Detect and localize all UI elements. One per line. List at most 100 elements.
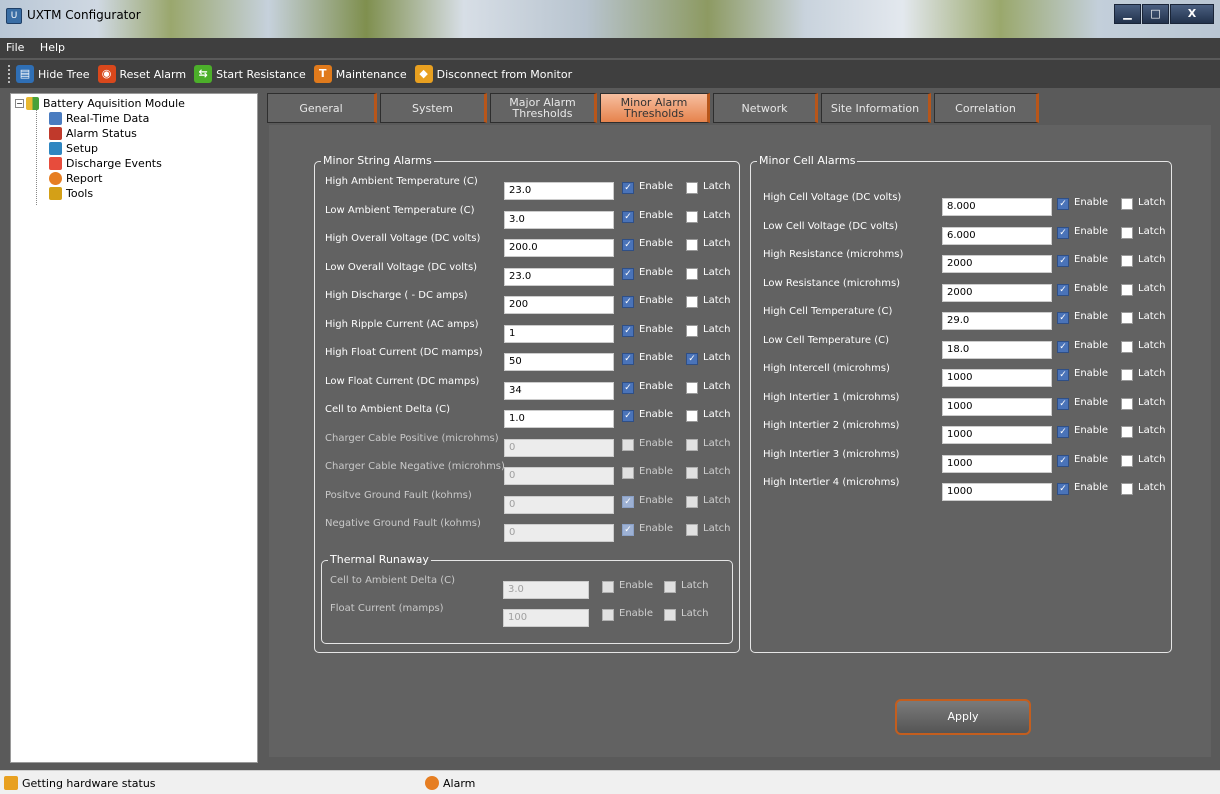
enable-checkbox[interactable] (622, 438, 634, 451)
tree-item-setup[interactable]: Setup (49, 141, 98, 156)
latch-checkbox[interactable] (686, 296, 698, 308)
enable-checkbox[interactable]: ✓ (1057, 198, 1069, 210)
tree-item-alarm-status[interactable]: Alarm Status (49, 126, 137, 141)
threshold-input[interactable]: 6.000 (942, 226, 1052, 245)
enable-checkbox[interactable]: ✓ (622, 524, 634, 536)
enable-checkbox[interactable] (602, 581, 614, 593)
threshold-input[interactable]: 1000 (942, 483, 1052, 501)
threshold-input[interactable]: 1 (504, 324, 614, 343)
tree-item-tools[interactable]: Tools (49, 186, 93, 201)
collapse-icon[interactable]: − (15, 99, 24, 108)
disconnect-button[interactable]: ◆ Disconnect from Monitor (414, 65, 572, 83)
menu-help[interactable]: Help (34, 38, 71, 57)
enable-checkbox[interactable]: ✓ (622, 239, 634, 251)
threshold-input[interactable]: 0 (504, 438, 614, 457)
threshold-input[interactable]: 3.0 (504, 210, 614, 229)
threshold-input[interactable]: 23.0 (504, 182, 614, 200)
enable-checkbox[interactable]: ✓ (1057, 312, 1069, 324)
latch-checkbox[interactable] (1121, 283, 1133, 296)
enable-checkbox[interactable]: ✓ (622, 182, 634, 194)
tab-network[interactable]: Network (713, 93, 818, 123)
threshold-input[interactable]: 100 (503, 609, 589, 627)
threshold-input[interactable]: 34 (504, 381, 614, 400)
enable-checkbox[interactable]: ✓ (622, 410, 634, 422)
menu-file[interactable]: File (0, 38, 30, 57)
latch-checkbox[interactable] (686, 467, 698, 479)
tree-root[interactable]: − Battery Aquisition Module (15, 96, 185, 111)
maximize-button[interactable]: □ (1142, 4, 1169, 24)
tab-site-information[interactable]: Site Information (821, 93, 931, 123)
enable-checkbox[interactable]: ✓ (622, 324, 634, 337)
enable-checkbox[interactable]: ✓ (1057, 483, 1069, 495)
latch-checkbox[interactable] (686, 210, 698, 223)
threshold-input[interactable]: 1000 (942, 426, 1052, 444)
latch-checkbox[interactable] (686, 438, 698, 451)
enable-checkbox[interactable]: ✓ (1057, 397, 1069, 410)
tab-correlation[interactable]: Correlation (934, 93, 1039, 123)
tab-minor-alarm-thresholds[interactable]: Minor Alarm Thresholds (600, 93, 710, 123)
threshold-input[interactable]: 18.0 (942, 340, 1052, 359)
enable-checkbox[interactable]: ✓ (622, 353, 634, 365)
enable-checkbox[interactable]: ✓ (622, 381, 634, 394)
alarm-indicator[interactable]: Alarm (425, 776, 475, 790)
toolbar-grip[interactable] (8, 65, 12, 83)
threshold-input[interactable]: 50 (504, 353, 614, 371)
latch-checkbox[interactable] (664, 581, 676, 593)
latch-checkbox[interactable]: ✓ (686, 353, 698, 365)
latch-checkbox[interactable] (686, 495, 698, 508)
threshold-input[interactable]: 0 (504, 467, 614, 485)
start-resistance-button[interactable]: ⇆ Start Resistance (194, 65, 306, 83)
apply-button[interactable]: Apply (895, 699, 1031, 735)
enable-checkbox[interactable]: ✓ (1057, 255, 1069, 267)
tab-system[interactable]: System (380, 93, 487, 123)
latch-checkbox[interactable] (1121, 397, 1133, 410)
threshold-input[interactable]: 8.000 (942, 198, 1052, 216)
tree-item-discharge-events[interactable]: Discharge Events (49, 156, 162, 171)
enable-checkbox[interactable]: ✓ (1057, 426, 1069, 438)
latch-checkbox[interactable] (1121, 226, 1133, 239)
enable-checkbox[interactable] (602, 609, 614, 621)
minimize-button[interactable]: ▁ (1114, 4, 1141, 24)
threshold-input[interactable]: 1000 (942, 397, 1052, 416)
threshold-input[interactable]: 3.0 (503, 581, 589, 599)
enable-checkbox[interactable]: ✓ (622, 210, 634, 223)
latch-checkbox[interactable] (1121, 312, 1133, 324)
enable-checkbox[interactable]: ✓ (1057, 283, 1069, 296)
threshold-input[interactable]: 2000 (942, 283, 1052, 302)
latch-checkbox[interactable] (664, 609, 676, 621)
enable-checkbox[interactable]: ✓ (1057, 369, 1069, 381)
threshold-input[interactable]: 23.0 (504, 267, 614, 286)
threshold-input[interactable]: 2000 (942, 255, 1052, 273)
tree-item-report[interactable]: Report (49, 171, 102, 186)
latch-checkbox[interactable] (686, 267, 698, 280)
enable-checkbox[interactable]: ✓ (622, 267, 634, 280)
title-bar[interactable]: U UXTM Configurator ▁ □ X (0, 0, 1220, 38)
tree-item-real-time-data[interactable]: Real-Time Data (49, 111, 149, 126)
enable-checkbox[interactable]: ✓ (1057, 226, 1069, 239)
maintenance-button[interactable]: T Maintenance (313, 65, 407, 83)
tab-general[interactable]: General (267, 93, 377, 123)
latch-checkbox[interactable] (1121, 426, 1133, 438)
enable-checkbox[interactable] (622, 467, 634, 479)
enable-checkbox[interactable]: ✓ (622, 495, 634, 508)
reset-alarm-button[interactable]: ◉ Reset Alarm (97, 65, 186, 83)
latch-checkbox[interactable] (1121, 483, 1133, 495)
close-button[interactable]: X (1170, 4, 1214, 24)
latch-checkbox[interactable] (1121, 198, 1133, 210)
tab-major-alarm-thresholds[interactable]: Major Alarm Thresholds (490, 93, 597, 123)
threshold-input[interactable]: 200 (504, 296, 614, 314)
latch-checkbox[interactable] (686, 381, 698, 394)
enable-checkbox[interactable]: ✓ (1057, 340, 1069, 353)
latch-checkbox[interactable] (686, 410, 698, 422)
threshold-input[interactable]: 29.0 (942, 312, 1052, 330)
latch-checkbox[interactable] (1121, 369, 1133, 381)
threshold-input[interactable]: 200.0 (504, 239, 614, 257)
latch-checkbox[interactable] (1121, 454, 1133, 467)
latch-checkbox[interactable] (686, 524, 698, 536)
threshold-input[interactable]: 0 (504, 524, 614, 542)
threshold-input[interactable]: 0 (504, 495, 614, 514)
latch-checkbox[interactable] (1121, 255, 1133, 267)
latch-checkbox[interactable] (1121, 340, 1133, 353)
latch-checkbox[interactable] (686, 182, 698, 194)
enable-checkbox[interactable]: ✓ (622, 296, 634, 308)
